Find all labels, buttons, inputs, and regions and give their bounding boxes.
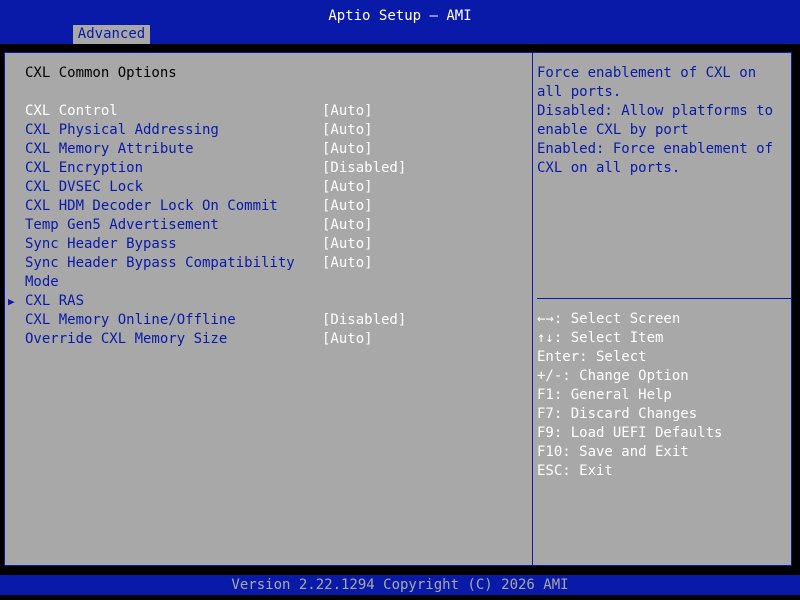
options-list: CXL Control [Auto] CXL Physical Addressing…	[5, 102, 532, 349]
option-value[interactable]: [Auto]	[322, 140, 373, 159]
option-value[interactable]: [Auto]	[322, 216, 373, 235]
option-value[interactable]: [Auto]	[322, 235, 373, 254]
help-text: Force enablement of CXL on all ports. Di…	[537, 65, 774, 176]
option-label: Temp Gen5 Advertisement	[25, 217, 219, 233]
option-value[interactable]: [Auto]	[322, 121, 373, 140]
option-row[interactable]: CXL HDM Decoder Lock On Commit [Auto]	[5, 197, 532, 216]
option-row[interactable]: Sync Header Bypass Compatibility Mode [Au…	[5, 254, 532, 292]
option-label: CXL HDM Decoder Lock On Commit	[25, 198, 278, 214]
app-title: Aptio Setup – AMI	[328, 8, 472, 24]
option-value[interactable]: [Auto]	[322, 197, 373, 216]
option-value[interactable]: [Auto]	[322, 254, 373, 273]
option-row[interactable]: ▶ CXL RAS	[5, 292, 532, 311]
option-row[interactable]: CXL Control [Auto]	[5, 102, 532, 121]
main-panel: CXL Common Options CXL Control [Auto] CXL …	[4, 52, 792, 566]
key-hint: ESC: Exit	[537, 463, 613, 479]
option-label: CXL DVSEC Lock	[25, 179, 144, 195]
option-row[interactable]: CXL Physical Addressing [Auto]	[5, 121, 532, 140]
option-row[interactable]: Temp Gen5 Advertisement [Auto]	[5, 216, 532, 235]
tab-advanced[interactable]: Advanced	[73, 25, 150, 44]
key-legend: ←→: Select Screen ↑↓: Select Item Enter: S…	[537, 310, 787, 481]
key-hint: ←→: Select Screen	[537, 311, 681, 327]
title-bar: Aptio Setup – AMI Advanced	[0, 0, 800, 44]
key-hint: F1: General Help	[537, 387, 672, 403]
option-label: Sync Header Bypass Compatibility Mode	[25, 255, 295, 290]
help-divider	[537, 298, 791, 299]
option-row[interactable]: CXL Memory Attribute [Auto]	[5, 140, 532, 159]
option-value[interactable]: [Disabled]	[322, 311, 406, 330]
option-label: CXL Encryption	[25, 160, 144, 176]
option-value[interactable]: [Auto]	[322, 178, 373, 197]
option-label: CXL Memory Online/Offline	[25, 312, 236, 328]
page-heading: CXL Common Options	[25, 65, 177, 81]
key-hint: Enter: Select	[537, 349, 647, 365]
option-label: CXL RAS	[25, 293, 85, 309]
triangle-right-icon: ▶	[8, 295, 15, 308]
option-row[interactable]: CXL Memory Online/Offline [Disabled]	[5, 311, 532, 330]
option-label: Sync Header Bypass	[25, 236, 177, 252]
option-row[interactable]: Override CXL Memory Size [Auto]	[5, 330, 532, 349]
option-value[interactable]: [Auto]	[322, 102, 373, 121]
key-hint: F10: Save and Exit	[537, 444, 689, 460]
option-label: Override CXL Memory Size	[25, 331, 228, 347]
option-label: CXL Control	[25, 103, 118, 119]
option-value[interactable]: [Disabled]	[322, 159, 406, 178]
key-hint: F7: Discard Changes	[537, 406, 698, 422]
footer-version: Version 2.22.1294 Copyright (C) 2026 AMI	[0, 575, 800, 595]
option-row[interactable]: CXL DVSEC Lock [Auto]	[5, 178, 532, 197]
option-label: CXL Memory Attribute	[25, 141, 194, 157]
vertical-divider	[532, 53, 533, 565]
option-label: CXL Physical Addressing	[25, 122, 219, 138]
key-hint: +/-: Change Option	[537, 368, 689, 384]
key-hint: F9: Load UEFI Defaults	[537, 425, 723, 441]
option-row[interactable]: CXL Encryption [Disabled]	[5, 159, 532, 178]
option-value[interactable]: [Auto]	[322, 330, 373, 349]
key-hint: ↑↓: Select Item	[537, 330, 664, 346]
option-row[interactable]: Sync Header Bypass [Auto]	[5, 235, 532, 254]
